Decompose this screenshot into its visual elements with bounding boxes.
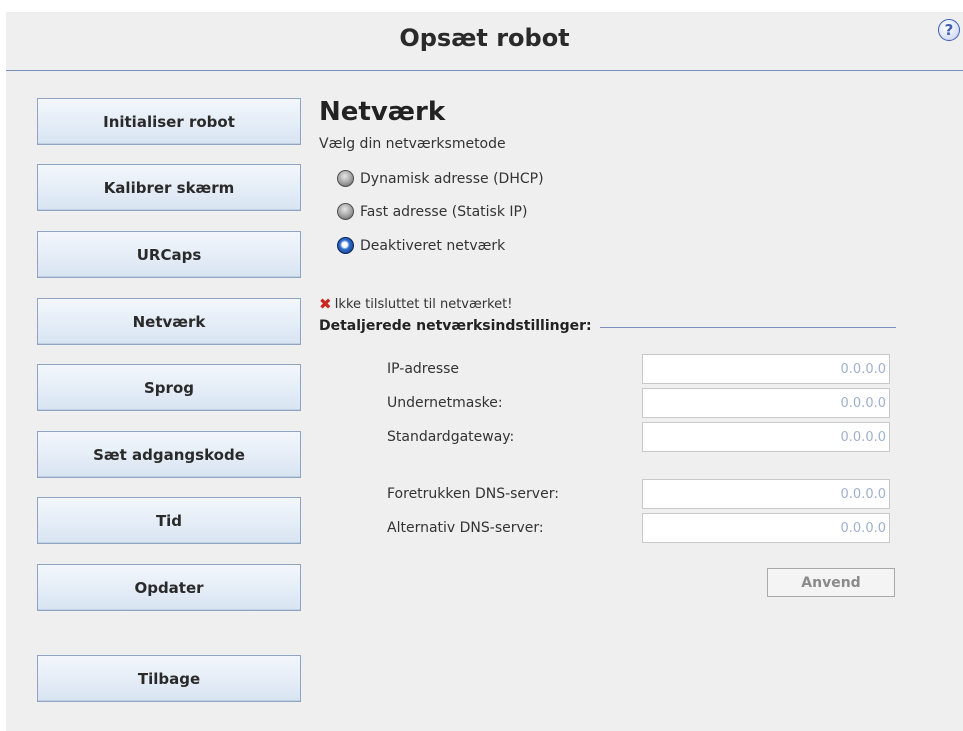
radio-disabled-network-label: Deaktiveret netværk bbox=[360, 237, 506, 254]
nav-network-button[interactable]: Netværk bbox=[37, 298, 301, 345]
radio-static-ip[interactable]: Fast adresse (Statisk IP) bbox=[337, 203, 527, 220]
ip-address-label: IP-adresse bbox=[387, 361, 460, 377]
radio-static-ip-label: Fast adresse (Statisk IP) bbox=[360, 203, 528, 220]
nav-update-button[interactable]: Opdater bbox=[37, 564, 301, 611]
nav-time-button[interactable]: Tid bbox=[37, 497, 301, 544]
preferred-dns-label: Foretrukken DNS-server: bbox=[387, 486, 559, 502]
subnet-mask-label: Undernetmaske: bbox=[387, 395, 503, 411]
preferred-dns-input[interactable] bbox=[642, 479, 890, 509]
header: Opsæt robot bbox=[6, 12, 963, 71]
default-gateway-label: Standardgateway: bbox=[387, 429, 515, 445]
subnet-mask-input[interactable] bbox=[642, 388, 890, 418]
error-x-icon: ✖ bbox=[319, 295, 332, 313]
default-gateway-input[interactable] bbox=[642, 422, 890, 452]
alternative-dns-label: Alternativ DNS-server: bbox=[387, 520, 544, 536]
nav-language-button[interactable]: Sprog bbox=[37, 364, 301, 411]
divider bbox=[599, 326, 896, 328]
nav-urcaps-button[interactable]: URCaps bbox=[37, 231, 301, 278]
radio-dhcp[interactable]: Dynamisk adresse (DHCP) bbox=[337, 170, 544, 187]
radio-unselected-icon[interactable] bbox=[337, 170, 354, 187]
nav-calibrate-screen-button[interactable]: Kalibrer skærm bbox=[37, 164, 301, 211]
connection-status: ✖ Ikke tilsluttet til netværket! bbox=[319, 295, 512, 313]
details-section-header: Detaljerede netværksindstillinger: bbox=[319, 318, 896, 334]
method-label: Vælg din netværksmetode bbox=[319, 136, 506, 152]
details-label: Detaljerede netværksindstillinger: bbox=[319, 318, 592, 334]
radio-selected-icon[interactable] bbox=[337, 237, 354, 254]
radio-unselected-icon[interactable] bbox=[337, 203, 354, 220]
radio-dhcp-label: Dynamisk adresse (DHCP) bbox=[360, 170, 544, 187]
setup-robot-screen: Opsæt robot ? Initialiser robot Kalibrer… bbox=[6, 12, 963, 731]
nav-set-password-button[interactable]: Sæt adgangskode bbox=[37, 431, 301, 478]
radio-disabled-network[interactable]: Deaktiveret netværk bbox=[337, 237, 505, 254]
nav-back-button[interactable]: Tilbage bbox=[37, 655, 301, 702]
apply-button[interactable]: Anvend bbox=[767, 568, 895, 597]
connection-status-text: Ikke tilsluttet til netværket! bbox=[334, 296, 513, 312]
help-icon[interactable]: ? bbox=[938, 19, 960, 41]
page-title: Opsæt robot bbox=[399, 24, 570, 52]
ip-address-input[interactable] bbox=[642, 354, 890, 384]
alternative-dns-input[interactable] bbox=[642, 513, 890, 543]
section-title: Netværk bbox=[319, 97, 446, 127]
nav-initialize-robot-button[interactable]: Initialiser robot bbox=[37, 98, 301, 145]
